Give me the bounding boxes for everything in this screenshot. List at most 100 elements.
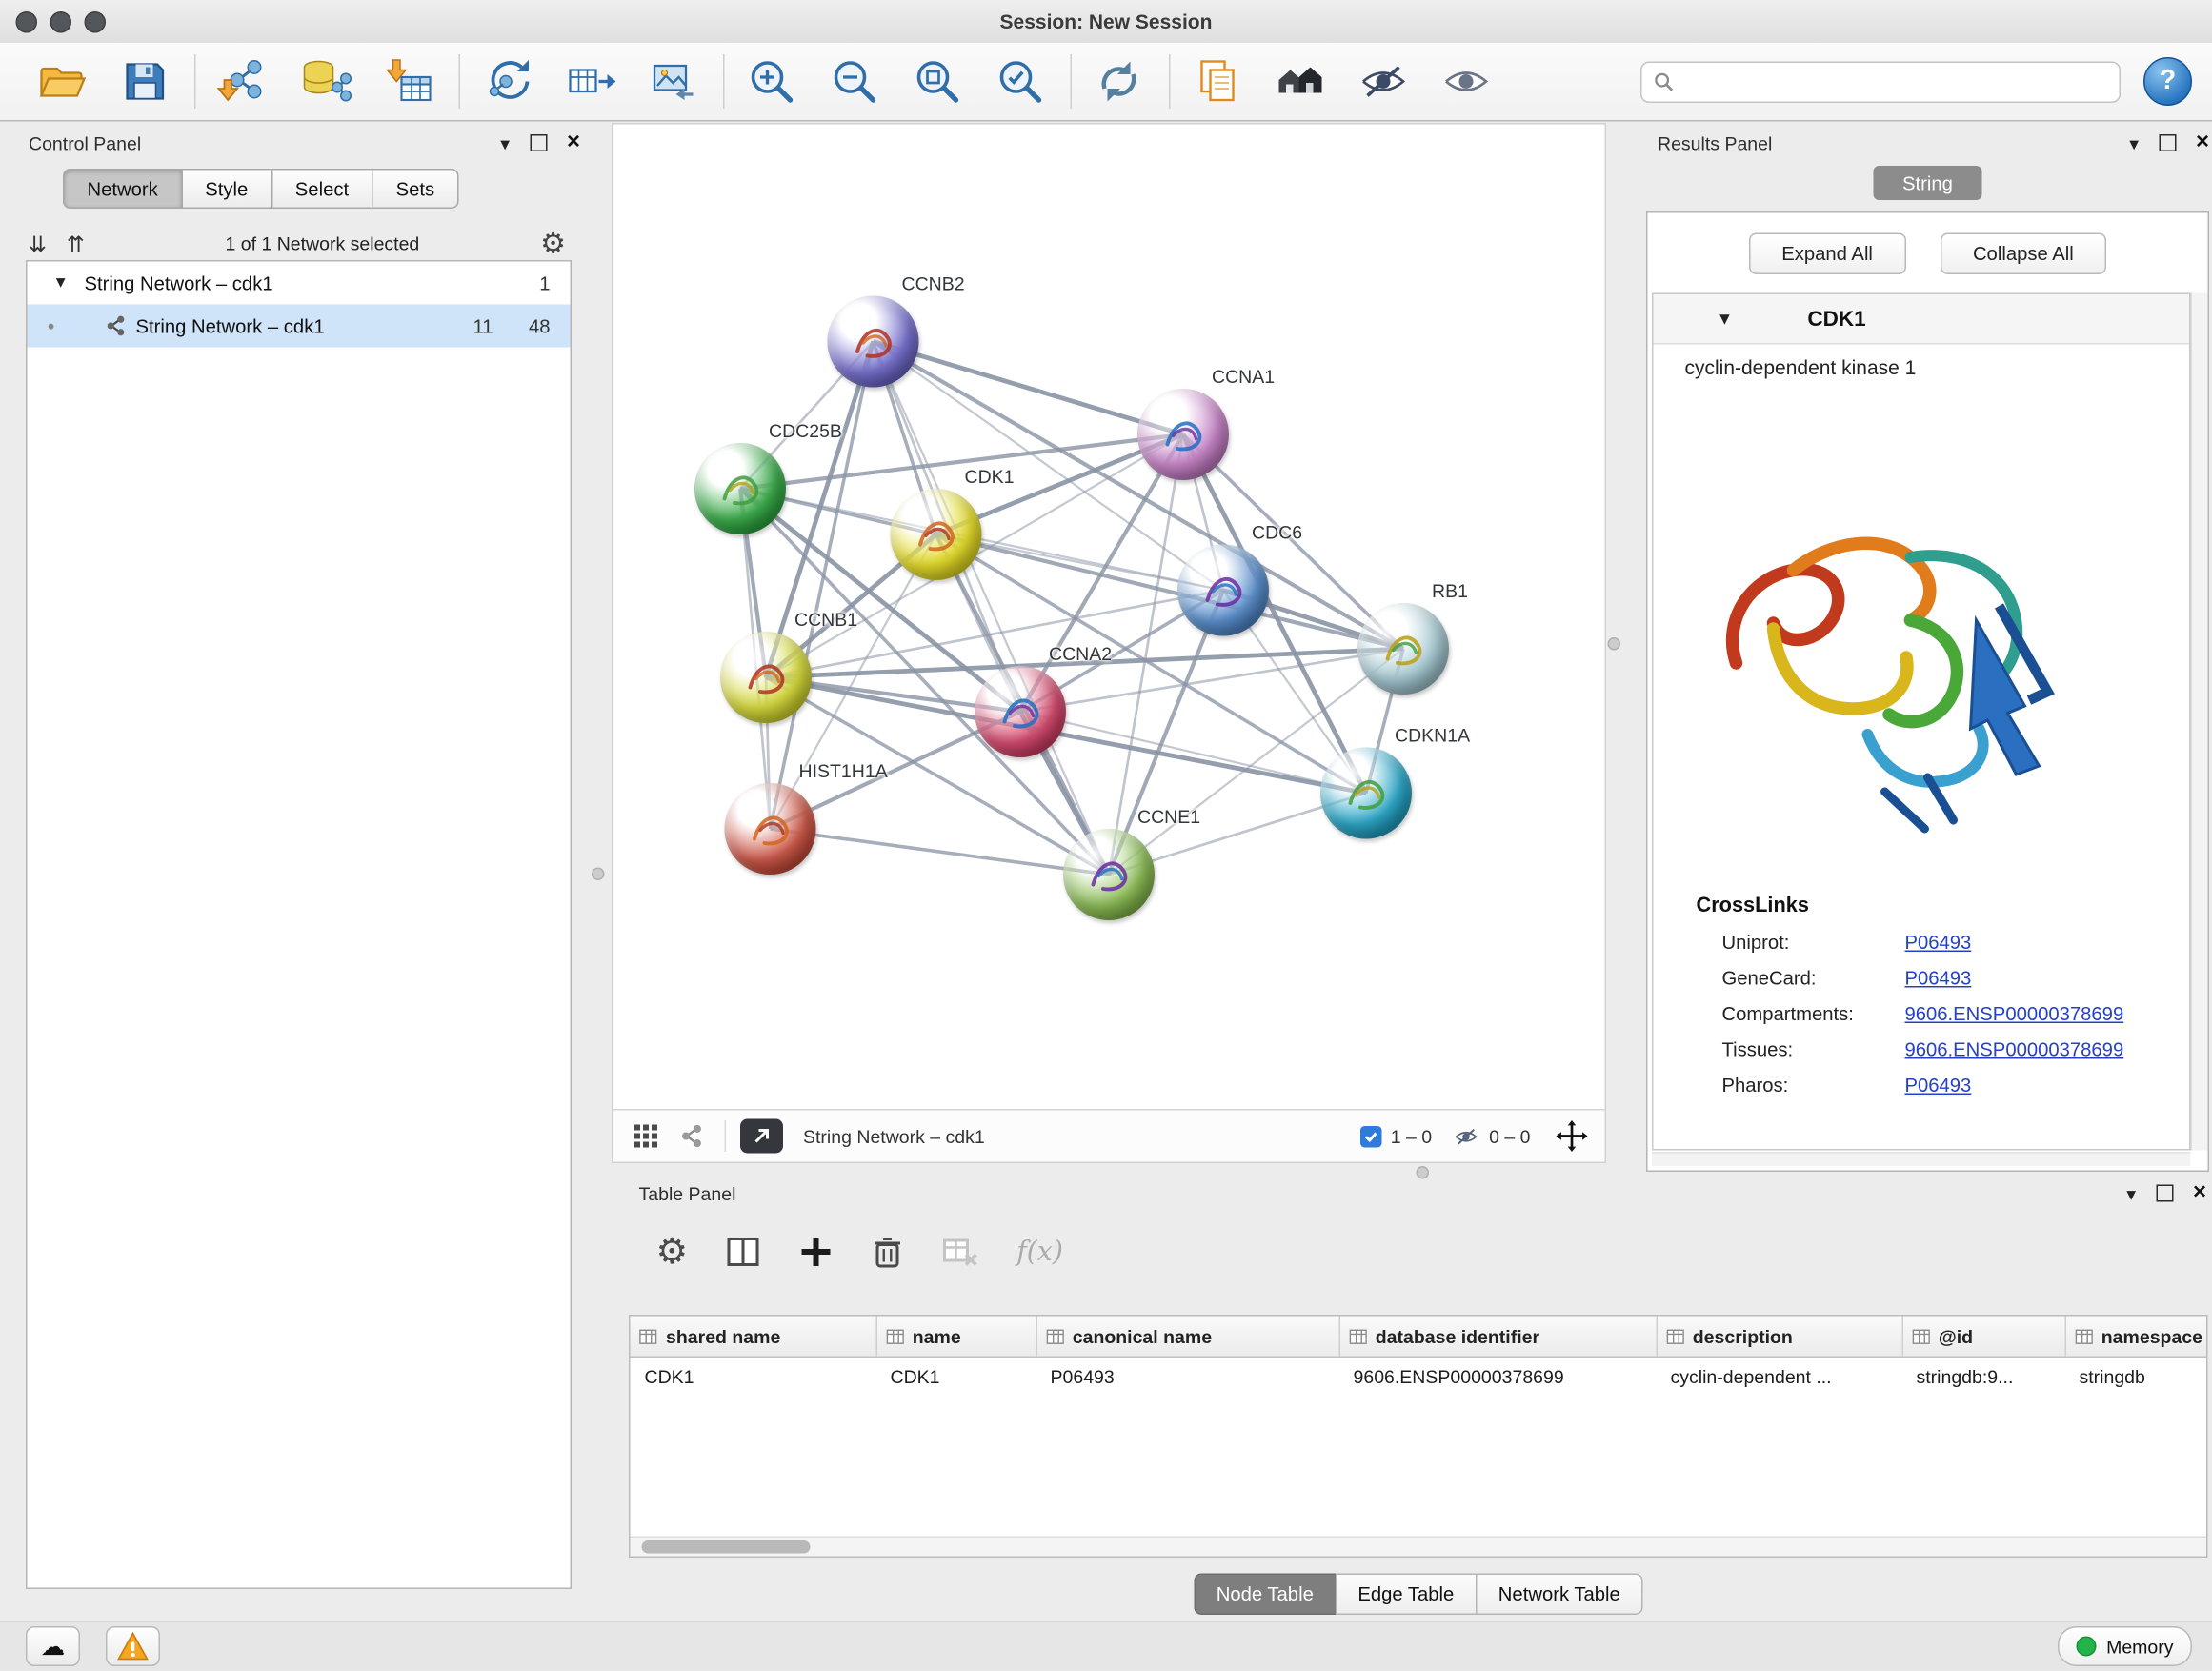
network-node-cdkn1a[interactable] — [1320, 748, 1412, 839]
panel-float-icon[interactable] — [2159, 134, 2176, 151]
panel-close-icon[interactable]: × — [2193, 1182, 2206, 1205]
zoom-fit-icon — [911, 54, 965, 109]
section-collapse-icon[interactable]: ▼ — [1717, 309, 1734, 329]
network-node-cdc6[interactable] — [1177, 545, 1269, 636]
import-table-button[interactable] — [376, 49, 442, 114]
tab-node-table[interactable]: Node Table — [1194, 1574, 1337, 1616]
crosslink-pharos-link[interactable]: P06493 — [1905, 1075, 1972, 1097]
expand-all-icon[interactable]: ⇈ — [67, 231, 85, 256]
hidden-count: 0 – 0 — [1489, 1125, 1530, 1147]
column-header-name[interactable]: name — [876, 1317, 1036, 1358]
collapse-all-button[interactable]: Collapse All — [1940, 233, 2106, 275]
network-edge[interactable] — [874, 342, 1184, 435]
network-node-cdc25b[interactable] — [694, 443, 786, 534]
zoom-selected-button[interactable] — [988, 49, 1054, 114]
hide-selected-button[interactable] — [1351, 49, 1417, 114]
network-node-ccne1[interactable] — [1063, 829, 1155, 920]
network-node-ccna2[interactable] — [975, 666, 1066, 757]
tab-network[interactable]: Network — [63, 169, 182, 209]
splitter-handle[interactable] — [1417, 1166, 1430, 1179]
column-header-description[interactable]: description — [1657, 1317, 1902, 1358]
export-image-button[interactable] — [640, 49, 706, 114]
panel-menu-icon[interactable]: ▾ — [2126, 1184, 2136, 1203]
network-edge[interactable] — [771, 829, 1110, 875]
panel-float-icon[interactable] — [2156, 1185, 2173, 1202]
column-header-database-identifier[interactable]: database identifier — [1339, 1317, 1657, 1358]
panel-menu-icon[interactable]: ▾ — [500, 133, 510, 152]
network-node-ccnb1[interactable] — [720, 632, 812, 723]
panel-close-icon[interactable]: × — [567, 131, 580, 154]
expand-all-button[interactable]: Expand All — [1749, 233, 1906, 275]
save-session-button[interactable] — [111, 49, 177, 114]
splitter-handle[interactable] — [592, 868, 605, 881]
crosslink-uniprot-link[interactable]: P06493 — [1905, 932, 1972, 954]
open-in-new-window-button[interactable] — [740, 1119, 783, 1154]
cloud-status-button[interactable]: ☁ — [26, 1626, 80, 1666]
results-tab-string[interactable]: String — [1874, 166, 1982, 200]
crosslink-tissues-link[interactable]: 9606.ENSP00000378699 — [1905, 1039, 2124, 1061]
table-horizontal-scrollbar[interactable] — [631, 1537, 2207, 1557]
zoom-out-button[interactable] — [822, 49, 888, 114]
panel-menu-icon[interactable]: ▾ — [2129, 133, 2139, 152]
network-row-selected[interactable]: ● String Network – cdk1 11 48 — [28, 305, 571, 348]
show-columns-icon[interactable] — [725, 1234, 762, 1271]
import-network-from-database-button[interactable] — [293, 49, 359, 114]
zoom-fit-button[interactable] — [905, 49, 971, 114]
copy-document-button[interactable] — [1185, 49, 1251, 114]
tree-expand-icon[interactable]: ▼ — [53, 274, 73, 292]
apply-layout-button[interactable] — [1086, 49, 1152, 114]
column-header-namespace[interactable]: namespace — [2065, 1317, 2208, 1358]
tab-network-table[interactable]: Network Table — [1476, 1574, 1643, 1616]
results-horizontal-scrollbar[interactable] — [1652, 1152, 2191, 1166]
panel-float-icon[interactable] — [530, 134, 547, 151]
create-column-plus-icon[interactable] — [799, 1235, 834, 1269]
new-network-from-selection-button[interactable] — [474, 49, 540, 114]
current-network-indicator: ● — [48, 319, 73, 333]
table-row[interactable]: CDK1 CDK1 P06493 9606.ENSP00000378699 cy… — [631, 1357, 2208, 1396]
scrollbar-thumb[interactable] — [642, 1540, 811, 1554]
network-node-hist1h1a[interactable] — [725, 783, 816, 875]
splitter-handle[interactable] — [1608, 637, 1621, 651]
network-share-icon[interactable] — [679, 1123, 705, 1149]
network-edge[interactable] — [874, 342, 1110, 876]
pan-crosshair-icon[interactable] — [1557, 1120, 1588, 1152]
network-edge[interactable] — [1020, 712, 1366, 794]
network-node-ccnb2[interactable] — [828, 296, 919, 388]
panel-close-icon[interactable]: × — [2196, 131, 2209, 154]
tab-edge-table[interactable]: Edge Table — [1335, 1574, 1477, 1616]
selected-checkbox[interactable] — [1360, 1125, 1382, 1147]
import-network-from-file-button[interactable] — [211, 49, 276, 114]
control-panel-tabs: Network Style Select Sets — [63, 169, 589, 209]
crosslink-genecard-link[interactable]: P06493 — [1905, 968, 1972, 990]
eye-slash-icon — [1357, 54, 1411, 109]
tab-style[interactable]: Style — [181, 169, 272, 209]
network-node-rb1[interactable] — [1357, 603, 1449, 695]
memory-button[interactable]: Memory — [2058, 1626, 2192, 1666]
search-input[interactable] — [1683, 70, 2108, 94]
table-settings-gear-icon[interactable]: ⚙ — [656, 1234, 689, 1270]
results-vertical-scrollbar[interactable] — [2191, 293, 2208, 1151]
zoom-in-button[interactable] — [739, 49, 805, 114]
delete-column-trash-icon[interactable] — [871, 1235, 905, 1269]
network-edge[interactable] — [771, 342, 874, 830]
network-node-ccna1[interactable] — [1137, 389, 1229, 480]
column-header-shared-name[interactable]: shared name — [631, 1317, 876, 1358]
network-overview-button[interactable] — [1268, 49, 1334, 114]
show-all-button[interactable] — [1434, 49, 1499, 114]
network-collection-row[interactable]: ▼ String Network – cdk1 1 — [28, 262, 571, 305]
network-canvas[interactable]: CCNB2CCNA1CDC25BCDK1CDC6RB1CCNB1CCNA2CDK… — [613, 125, 1605, 1110]
network-node-cdk1[interactable] — [891, 489, 982, 580]
tab-select[interactable]: Select — [271, 169, 372, 209]
column-header-id[interactable]: @id — [1902, 1317, 2065, 1358]
collapse-all-icon[interactable]: ⇊ — [29, 231, 47, 256]
gear-icon[interactable]: ⚙ — [540, 226, 566, 262]
warnings-button[interactable] — [106, 1626, 160, 1666]
column-header-canonical-name[interactable]: canonical name — [1036, 1317, 1339, 1358]
crosslink-compartments-link[interactable]: 9606.ENSP00000378699 — [1905, 1003, 2124, 1025]
tab-sets[interactable]: Sets — [372, 169, 459, 209]
open-session-button[interactable] — [29, 49, 94, 114]
clone-network-button[interactable] — [557, 49, 623, 114]
help-button[interactable]: ? — [2143, 57, 2192, 106]
grid-view-icon[interactable] — [633, 1123, 659, 1149]
gene-section-header[interactable]: ▼ CDK1 — [1654, 294, 2190, 345]
